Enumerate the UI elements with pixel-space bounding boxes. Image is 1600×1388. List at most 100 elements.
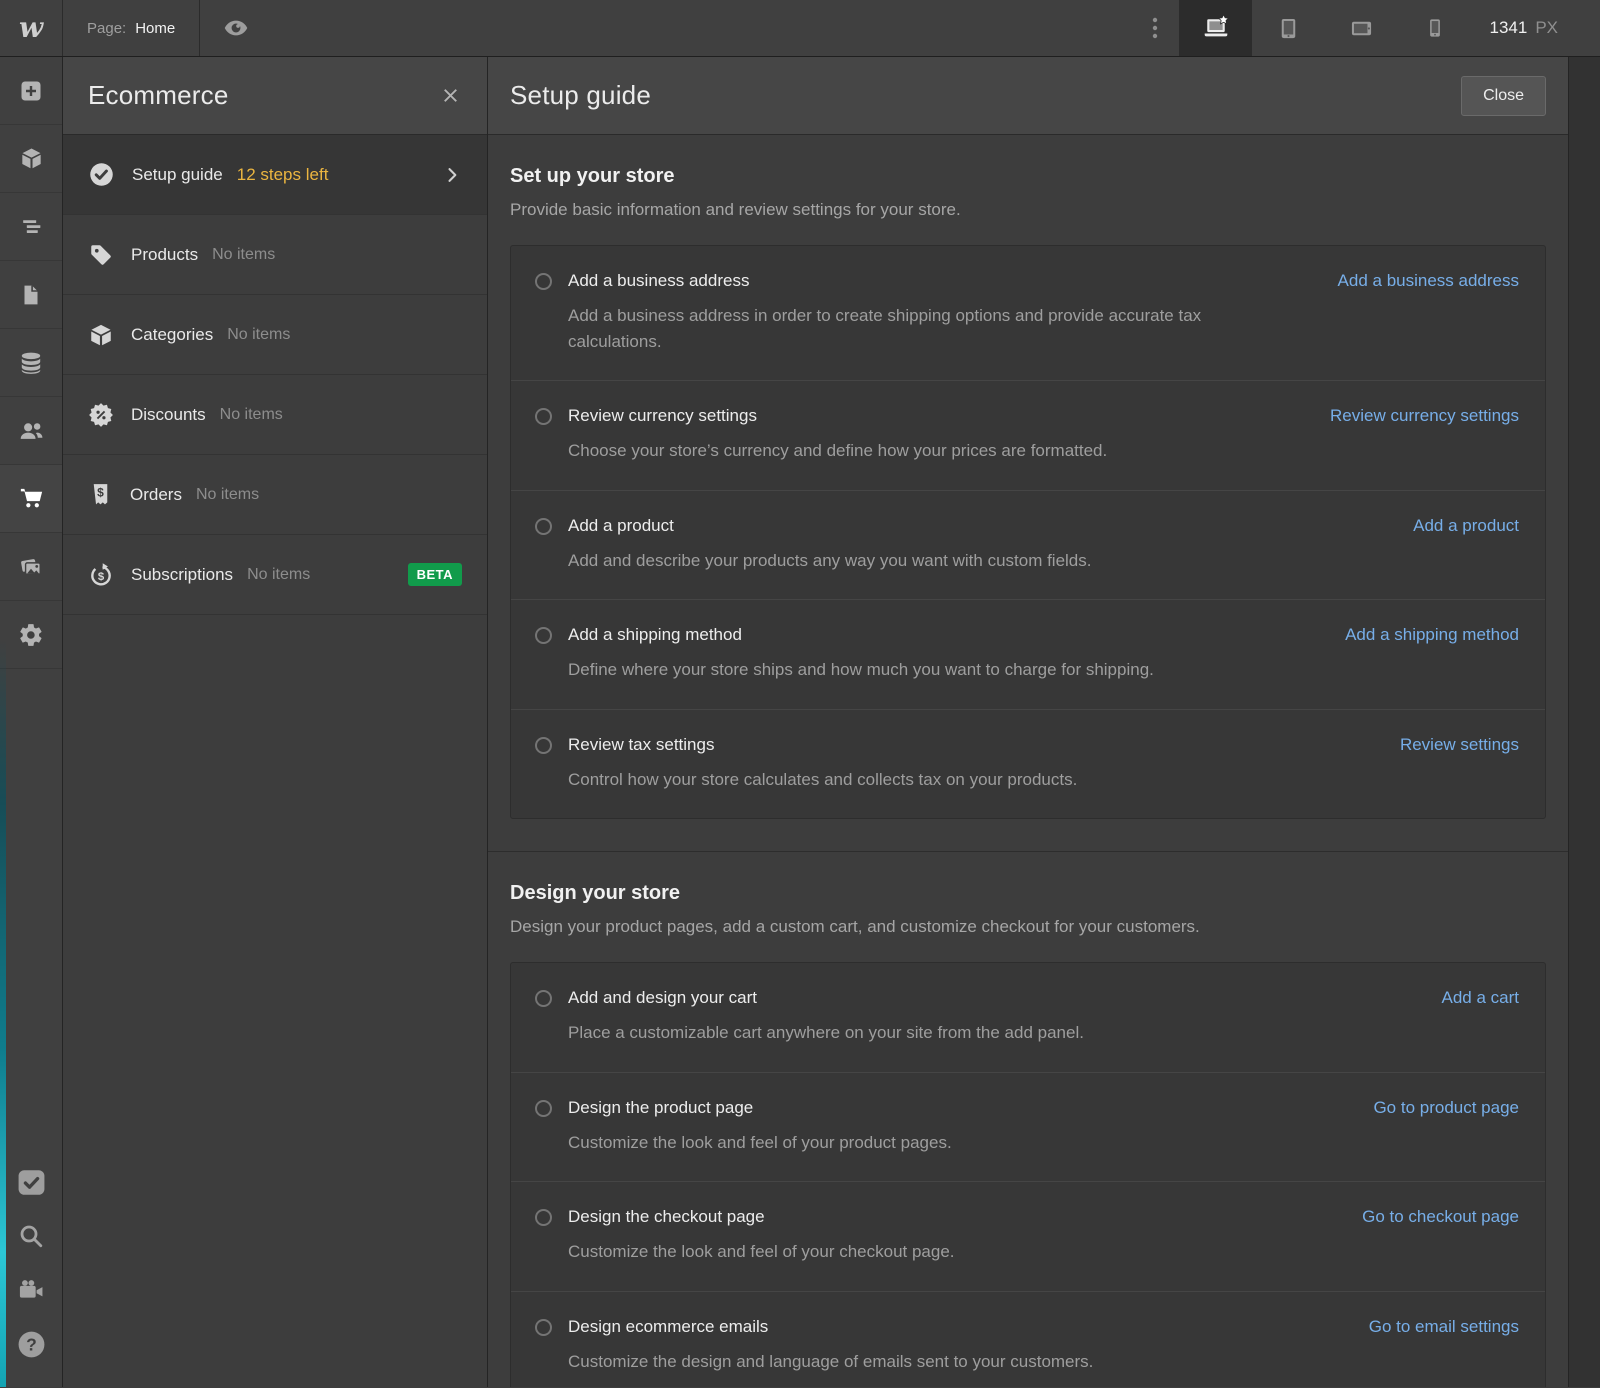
tag-icon <box>88 242 114 268</box>
svg-text:$: $ <box>98 570 105 582</box>
task-action-link[interactable]: Add a product <box>1413 516 1519 536</box>
left-toolbar: ? <box>0 57 63 1387</box>
task-description: Add a business address in order to creat… <box>568 303 1258 354</box>
task-row-tax-settings: Review tax settings Control how your sto… <box>511 710 1545 819</box>
discounts-count: No items <box>220 406 283 424</box>
task-row-add-product: Add a product Add and describe your prod… <box>511 491 1545 601</box>
orders-count: No items <box>196 486 259 504</box>
navigator-button[interactable] <box>0 193 62 261</box>
database-icon <box>18 350 44 376</box>
pages-button[interactable] <box>0 261 62 329</box>
canvas-right-strip <box>1569 57 1600 1387</box>
top-bar: w Page: Home 1341 PX <box>0 0 1600 57</box>
section-set-up-your-store: Set up your store Provide basic informat… <box>488 135 1568 851</box>
section-heading: Design your store <box>510 882 1546 905</box>
task-action-link[interactable]: Add a business address <box>1338 271 1519 291</box>
question-mark-icon: ? <box>16 1329 47 1360</box>
task-body: Design ecommerce emails Customize the de… <box>568 1317 1349 1375</box>
sidebar-item-categories[interactable]: Categories No items <box>63 295 487 375</box>
section-subheading: Design your product pages, add a custom … <box>510 917 1546 937</box>
svg-text:?: ? <box>26 1334 37 1354</box>
task-row-shipping-method: Add a shipping method Define where your … <box>511 600 1545 710</box>
breakpoint-tablet-button[interactable] <box>1252 0 1325 56</box>
task-checkbox[interactable] <box>535 1209 552 1226</box>
setup-guide-label: Setup guide <box>132 165 223 185</box>
setup-guide-header: Setup guide Close <box>488 57 1568 135</box>
task-description: Add and describe your products any way y… <box>568 548 1258 574</box>
page-label: Page: <box>87 20 126 37</box>
search-button[interactable] <box>0 1209 62 1263</box>
task-title: Review currency settings <box>568 406 1310 426</box>
webflow-logo[interactable]: w <box>0 0 63 56</box>
symbols-button[interactable] <box>0 125 62 193</box>
assets-button[interactable] <box>0 533 62 601</box>
task-body: Add a product Add and describe your prod… <box>568 516 1393 574</box>
canvas-width-unit: PX <box>1535 18 1558 38</box>
add-elements-button[interactable] <box>0 57 62 125</box>
task-description: Customize the design and language of ema… <box>568 1349 1258 1375</box>
task-checkbox[interactable] <box>535 1319 552 1336</box>
section-heading: Set up your store <box>510 165 1546 188</box>
task-checkbox[interactable] <box>535 518 552 535</box>
task-checkbox[interactable] <box>535 737 552 754</box>
breakpoint-tablet-landscape-button[interactable] <box>1325 0 1398 56</box>
subscriptions-label: Subscriptions <box>131 565 233 585</box>
sidebar-item-products[interactable]: Products No items <box>63 215 487 295</box>
laptop-star-icon <box>1201 14 1231 42</box>
breakpoint-phone-button[interactable] <box>1398 0 1471 56</box>
task-checkbox[interactable] <box>535 273 552 290</box>
webflow-logo-glyph: w <box>19 14 43 42</box>
navigator-icon <box>19 214 44 239</box>
close-button[interactable]: Close <box>1461 76 1546 116</box>
task-row-product-page: Design the product page Customize the lo… <box>511 1073 1545 1183</box>
help-button[interactable]: ? <box>0 1317 62 1371</box>
categories-label: Categories <box>131 325 213 345</box>
sidebar-item-orders[interactable]: $ Orders No items <box>63 455 487 535</box>
sidebar-item-discounts[interactable]: Discounts No items <box>63 375 487 455</box>
setup-guide-title: Setup guide <box>510 80 651 111</box>
task-body: Review tax settings Control how your sto… <box>568 735 1380 793</box>
page-selector[interactable]: Page: Home <box>63 0 200 56</box>
task-action-link[interactable]: Review currency settings <box>1330 406 1519 426</box>
cms-collections-button[interactable] <box>0 329 62 397</box>
task-body: Add a business address Add a business ad… <box>568 271 1318 354</box>
task-action-link[interactable]: Go to email settings <box>1369 1317 1519 1337</box>
task-action-link[interactable]: Add a cart <box>1442 988 1520 1008</box>
assets-icon <box>18 554 44 580</box>
checklist-button[interactable] <box>0 1155 62 1209</box>
tablet-icon <box>1275 15 1302 42</box>
orders-label: Orders <box>130 485 182 505</box>
sidebar-item-subscriptions[interactable]: $ Subscriptions No items BETA <box>63 535 487 615</box>
ecommerce-button[interactable] <box>0 465 62 533</box>
task-title: Design the checkout page <box>568 1207 1342 1227</box>
check-circle-icon <box>88 161 115 188</box>
task-checkbox[interactable] <box>535 408 552 425</box>
task-action-link[interactable]: Go to product page <box>1373 1098 1519 1118</box>
task-title: Design ecommerce emails <box>568 1317 1349 1337</box>
tablet-landscape-icon <box>1348 15 1375 42</box>
discounts-label: Discounts <box>131 405 206 425</box>
task-checkbox[interactable] <box>535 627 552 644</box>
video-tutorials-button[interactable] <box>0 1263 62 1317</box>
task-action-link[interactable]: Add a shipping method <box>1345 625 1519 645</box>
breakpoint-desktop-button[interactable] <box>1179 0 1252 56</box>
users-button[interactable] <box>0 397 62 465</box>
recurring-dollar-icon: $ <box>88 562 114 588</box>
more-options-button[interactable] <box>1131 0 1179 56</box>
svg-text:$: $ <box>97 486 104 500</box>
task-checkbox[interactable] <box>535 1100 552 1117</box>
sidebar-item-setup-guide[interactable]: Setup guide 12 steps left <box>63 135 487 215</box>
task-action-link[interactable]: Review settings <box>1400 735 1519 755</box>
task-description: Customize the look and feel of your chec… <box>568 1239 1258 1265</box>
settings-button[interactable] <box>0 601 62 669</box>
beta-badge: BETA <box>408 563 462 586</box>
close-panel-button[interactable] <box>439 84 462 107</box>
preview-button[interactable] <box>200 0 272 56</box>
task-row-ecommerce-emails: Design ecommerce emails Customize the de… <box>511 1292 1545 1388</box>
products-count: No items <box>212 246 275 264</box>
task-body: Design the checkout page Customize the l… <box>568 1207 1342 1265</box>
task-action-link[interactable]: Go to checkout page <box>1362 1207 1519 1227</box>
section-subheading: Provide basic information and review set… <box>510 200 1546 220</box>
task-title: Add a shipping method <box>568 625 1325 645</box>
task-checkbox[interactable] <box>535 990 552 1007</box>
